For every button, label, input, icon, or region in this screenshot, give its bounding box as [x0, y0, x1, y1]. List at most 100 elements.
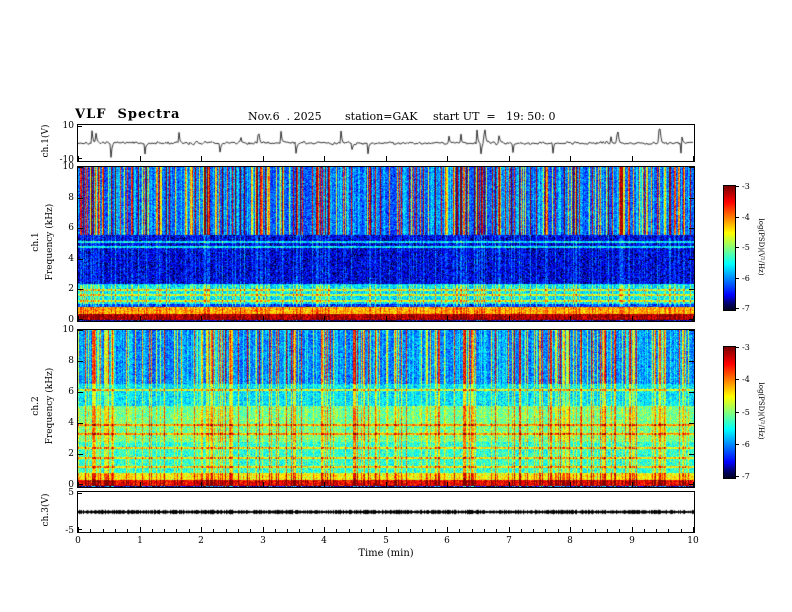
x-axis-title: Time (min) [358, 548, 414, 559]
tick-mark [78, 316, 79, 321]
tick-mark [140, 482, 141, 487]
tick-mark [336, 529, 337, 532]
ch1-spectrogram-panel [77, 166, 695, 322]
colorbar-tick-label: -4 [742, 213, 750, 222]
y-tick-label: 2 [68, 449, 74, 459]
tick-mark [78, 423, 83, 424]
tick-mark [78, 156, 79, 161]
tick-mark [735, 186, 739, 187]
tick-mark [373, 529, 374, 532]
ch2-spectrogram-axis-label: Frequency (kHz) [45, 367, 55, 445]
tick-mark [324, 316, 325, 321]
tick-mark [78, 330, 83, 331]
ch1-spectrogram-canvas [78, 167, 694, 321]
tick-mark [632, 156, 633, 161]
tick-mark [459, 529, 460, 532]
tick-mark [127, 529, 128, 532]
tick-mark [570, 316, 571, 321]
tick-mark [689, 289, 694, 290]
tick-mark [632, 529, 633, 532]
tick-mark [78, 228, 83, 229]
x-tick-label: 8 [567, 536, 573, 546]
tick-mark [140, 156, 141, 161]
tick-mark [115, 529, 116, 532]
tick-mark [263, 316, 264, 321]
tick-mark [689, 330, 694, 331]
tick-mark [410, 529, 411, 532]
tick-mark [78, 454, 83, 455]
y-tick-label: 0 [68, 315, 74, 325]
tick-mark [496, 529, 497, 532]
tick-mark [201, 156, 202, 161]
tick-mark [201, 482, 202, 487]
tick-mark [201, 529, 202, 532]
tick-mark [644, 529, 645, 532]
tick-mark [509, 156, 510, 161]
tick-mark [78, 167, 83, 168]
tick-mark [632, 482, 633, 487]
tick-mark [735, 308, 739, 309]
tick-mark [632, 316, 633, 321]
tick-mark [570, 482, 571, 487]
ch1-spectrogram-axis-label: Frequency (kHz) [45, 203, 55, 281]
tick-mark [386, 529, 387, 532]
tick-mark [693, 316, 694, 321]
tick-mark [735, 412, 739, 413]
tick-mark [735, 217, 739, 218]
y-tick-label: -10 [59, 155, 75, 165]
tick-mark [164, 529, 165, 532]
colorbar-tick-label: -3 [742, 343, 750, 352]
tick-mark [398, 529, 399, 532]
tick-mark [693, 156, 694, 161]
x-tick-label: 9 [629, 536, 635, 546]
tick-mark [213, 529, 214, 532]
tick-mark [78, 493, 82, 494]
x-tick-label: 6 [444, 536, 450, 546]
tick-mark [447, 482, 448, 487]
tick-mark [140, 316, 141, 321]
y-tick-label: 6 [68, 223, 74, 233]
tick-mark [689, 228, 694, 229]
tick-mark [226, 529, 227, 532]
tick-mark [689, 454, 694, 455]
tick-mark [735, 278, 739, 279]
x-tick-label: 10 [687, 536, 699, 546]
tick-mark [287, 529, 288, 532]
tick-mark [78, 392, 83, 393]
tick-mark [735, 379, 739, 380]
x-tick-label: 0 [75, 536, 81, 546]
tick-mark [689, 423, 694, 424]
y-tick-label: 4 [68, 254, 74, 264]
tick-mark [582, 529, 583, 532]
tick-mark [140, 529, 141, 532]
tick-mark [78, 198, 83, 199]
y-tick-label: -5 [65, 526, 74, 536]
tick-mark [250, 529, 251, 532]
tick-mark [509, 529, 510, 532]
tick-mark [78, 361, 83, 362]
x-tick-label: 3 [260, 536, 266, 546]
tick-mark [681, 529, 682, 532]
tick-mark [735, 444, 739, 445]
tick-mark [78, 482, 79, 487]
tick-mark [78, 529, 79, 532]
tick-mark [201, 316, 202, 321]
tick-mark [386, 316, 387, 321]
ch1-spectrogram-channel-label: ch.1 [31, 232, 41, 252]
tick-mark [484, 529, 485, 532]
tick-mark [324, 156, 325, 161]
tick-mark [263, 156, 264, 161]
y-tick-label: 10 [62, 325, 74, 335]
tick-mark [558, 529, 559, 532]
tick-mark [447, 156, 448, 161]
colorbar-tick-label: -5 [742, 243, 750, 252]
tick-mark [152, 529, 153, 532]
tick-mark [78, 126, 82, 127]
colorbar-tick-label: -5 [742, 408, 750, 417]
colorbar-ch1-title: log(PSD)(V²/Hz) [757, 218, 765, 276]
x-tick-label: 7 [506, 536, 512, 546]
tick-mark [595, 529, 596, 532]
tick-mark [361, 529, 362, 532]
tick-mark [668, 529, 669, 532]
tick-mark [238, 529, 239, 532]
